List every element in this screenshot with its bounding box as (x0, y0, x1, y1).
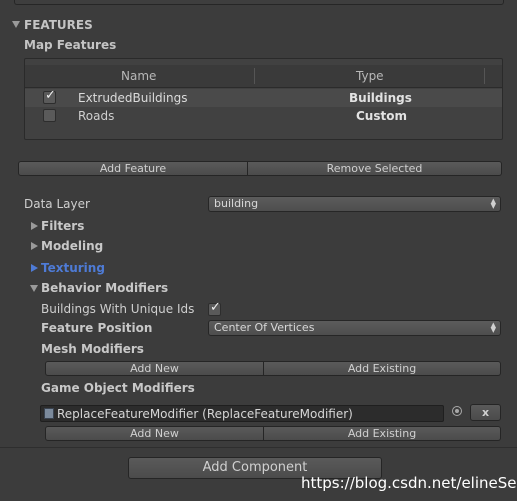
go-modifier-buttons: Add New Add Existing (45, 426, 501, 441)
remove-selected-button[interactable]: Remove Selected (248, 161, 502, 176)
checkmark-icon: ✓ (210, 300, 221, 315)
dropdown-arrows-icon: ▲ ▼ (490, 321, 496, 334)
features-foldout-arrow-icon[interactable] (12, 21, 20, 28)
features-section-title[interactable]: FEATURES (24, 18, 93, 32)
column-header-type[interactable]: Type (356, 69, 384, 83)
feature-position-dropdown[interactable]: Center Of Vertices ▲ ▼ (208, 320, 501, 336)
data-layer-value: building (214, 197, 259, 210)
game-object-modifiers-label: Game Object Modifiers (41, 381, 195, 395)
mesh-modifiers-label: Mesh Modifiers (41, 342, 144, 356)
feature-row-roads[interactable]: Roads Custom (25, 107, 502, 125)
modeling-foldout-arrow-icon[interactable] (31, 242, 38, 250)
top-panel-edge (0, 0, 517, 14)
filters-foldout-arrow-icon[interactable] (31, 222, 38, 230)
feature-name: ExtrudedBuildings (78, 91, 188, 105)
feature-name: Roads (78, 109, 115, 123)
remove-modifier-button[interactable]: x (470, 404, 501, 421)
map-features-table: Name Type ✓ ExtrudedBuildings Buildings … (24, 58, 503, 140)
behavior-foldout-arrow-icon[interactable] (30, 285, 38, 292)
mesh-add-existing-button[interactable]: Add Existing (264, 361, 501, 376)
column-header-name[interactable]: Name (121, 69, 156, 83)
go-modifier-object-field[interactable]: ReplaceFeatureModifier (ReplaceFeatureMo… (40, 405, 444, 422)
unique-ids-checkbox[interactable]: ✓ (208, 300, 221, 316)
feature-position-value: Center Of Vertices (214, 321, 315, 334)
feature-buttons: Add Feature Remove Selected (18, 161, 502, 176)
go-add-existing-button[interactable]: Add Existing (264, 426, 501, 441)
script-asset-icon (44, 408, 54, 419)
add-feature-button[interactable]: Add Feature (18, 161, 248, 176)
dropdown-arrows-icon: ▲ ▼ (490, 197, 496, 210)
go-add-new-button[interactable]: Add New (45, 426, 264, 441)
divider (0, 447, 517, 448)
go-modifier-value: ReplaceFeatureModifier (ReplaceFeatureMo… (57, 407, 353, 421)
checkmark-icon: ✓ (45, 88, 56, 103)
modeling-foldout[interactable]: Modeling (41, 239, 103, 253)
feature-enabled-checkbox[interactable] (43, 109, 56, 122)
data-layer-dropdown[interactable]: building ▲ ▼ (208, 196, 501, 212)
feature-type: Buildings (349, 91, 412, 105)
watermark-text: https://blog.csdn.net/elineSea (301, 474, 517, 492)
mesh-add-new-button[interactable]: Add New (45, 361, 264, 376)
feature-row-extrudedbuildings[interactable]: ✓ ExtrudedBuildings Buildings (25, 89, 502, 107)
feature-enabled-checkbox[interactable]: ✓ (43, 88, 56, 104)
behavior-modifiers-foldout[interactable]: Behavior Modifiers (41, 281, 168, 295)
data-layer-label: Data Layer (24, 197, 90, 211)
filters-foldout[interactable]: Filters (41, 219, 84, 233)
table-header: Name Type (25, 65, 502, 88)
mesh-modifier-buttons: Add New Add Existing (45, 361, 501, 376)
texturing-foldout-arrow-icon[interactable] (31, 264, 38, 272)
map-features-label: Map Features (24, 38, 117, 52)
feature-position-label: Feature Position (41, 321, 153, 335)
texturing-foldout[interactable]: Texturing (41, 261, 105, 275)
unique-ids-label: Buildings With Unique Ids (41, 302, 195, 316)
feature-type: Custom (356, 109, 407, 123)
object-picker-icon[interactable] (452, 406, 462, 416)
